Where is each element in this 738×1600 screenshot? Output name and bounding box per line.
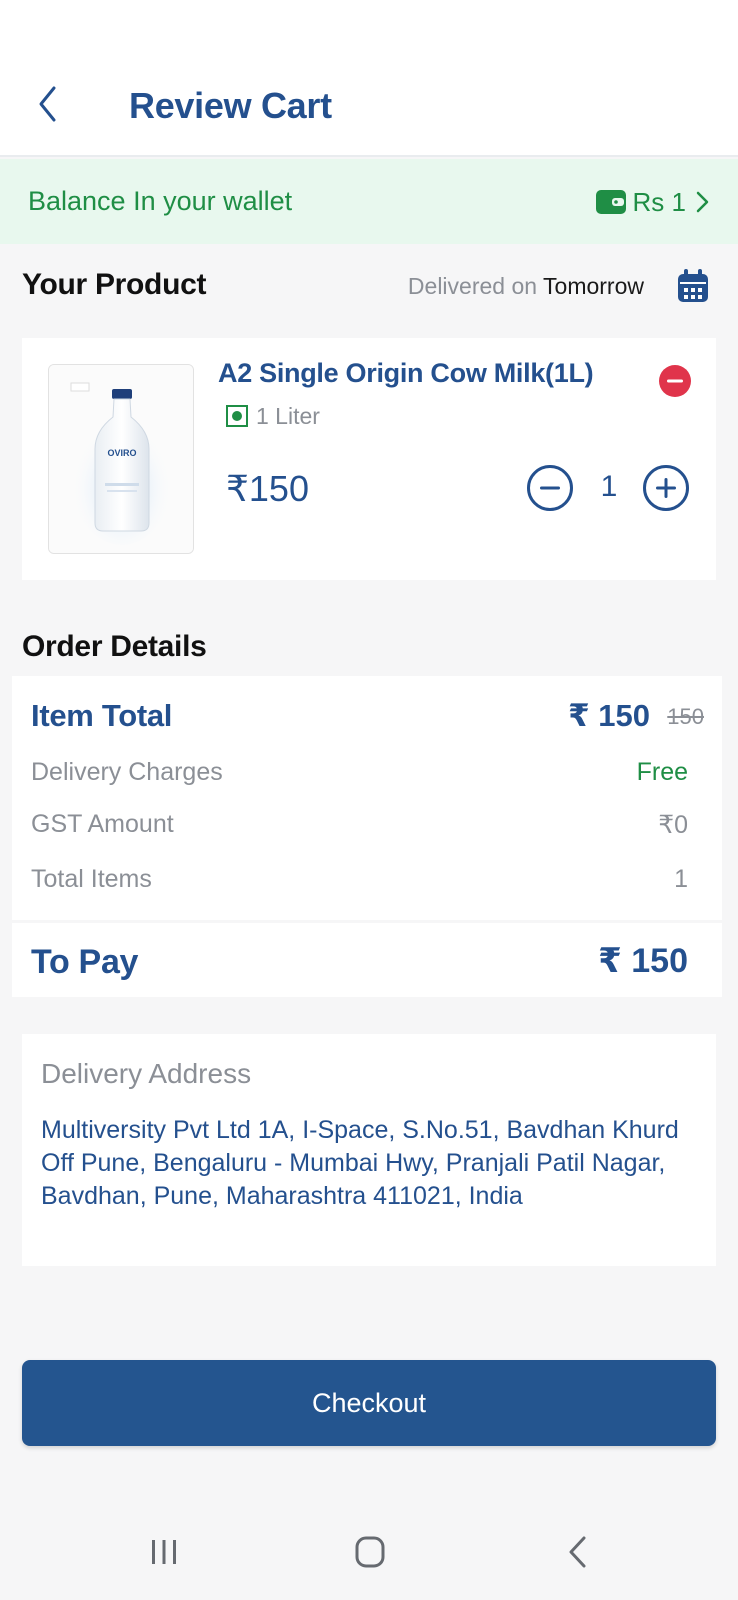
total-items-label: Total Items xyxy=(31,865,152,893)
veg-indicator-icon xyxy=(226,405,248,427)
to-pay-label: To Pay xyxy=(31,943,139,981)
remove-icon xyxy=(659,365,691,397)
product-variant: 1 Liter xyxy=(256,403,320,429)
checkout-button[interactable]: Checkout xyxy=(22,1360,716,1446)
home-icon xyxy=(355,1536,385,1568)
chevron-left-icon xyxy=(39,86,56,122)
calendar-icon xyxy=(678,269,708,302)
plus-circle-icon xyxy=(643,465,689,511)
order-details-title: Order Details xyxy=(22,630,207,663)
to-pay-row: To Pay ₹ 150 xyxy=(12,923,722,997)
system-back-button[interactable] xyxy=(554,1532,602,1572)
item-total-value: ₹ 150 xyxy=(568,698,650,733)
home-button[interactable] xyxy=(346,1532,394,1572)
wallet-balance-bar[interactable]: Balance In your wallet Rs 1 xyxy=(0,159,738,244)
back-arrow-icon xyxy=(569,1536,586,1568)
wallet-amount: Rs 1 xyxy=(632,186,686,217)
your-product-title: Your Product xyxy=(22,268,207,301)
to-pay-value: ₹ 150 xyxy=(598,942,688,980)
decrease-quantity-button[interactable] xyxy=(526,464,574,512)
recent-apps-button[interactable] xyxy=(140,1532,188,1572)
delivered-prefix: Delivered on xyxy=(407,273,544,299)
wallet-label: Balance In your wallet xyxy=(28,186,293,216)
recent-apps-icon xyxy=(152,1540,176,1564)
page-title: Review Cart xyxy=(129,85,332,126)
total-items-value: 1 xyxy=(674,865,688,893)
delivery-address-title: Delivery Address xyxy=(41,1058,252,1089)
delivery-address-text: Multiversity Pvt Ltd 1A, I-Space, S.No.5… xyxy=(41,1116,679,1210)
system-navigation-bar xyxy=(0,1500,738,1600)
delivery-date: Delivered on Tomorrow xyxy=(408,273,644,300)
delivery-charges-label: Delivery Charges xyxy=(31,758,223,786)
quantity-value: 1 xyxy=(600,470,618,503)
back-button[interactable] xyxy=(30,82,70,126)
milk-bottle-image: OVIRO xyxy=(49,365,193,553)
item-total-original-price: 150 xyxy=(667,704,704,729)
item-total-label: Item Total xyxy=(31,698,173,733)
app-header: Review Cart xyxy=(0,0,738,157)
product-name[interactable]: A2 Single Origin Cow Milk(1L) xyxy=(218,358,594,389)
remove-item-button[interactable] xyxy=(658,364,692,398)
product-price: ₹150 xyxy=(226,468,309,509)
increase-quantity-button[interactable] xyxy=(642,464,690,512)
wallet-icon xyxy=(595,190,626,214)
gst-amount-value: ₹0 xyxy=(658,811,688,839)
product-image[interactable]: OVIRO xyxy=(48,364,194,554)
delivered-day: Tomorrow xyxy=(543,273,644,299)
minus-circle-icon xyxy=(527,465,573,511)
chevron-right-icon xyxy=(696,191,709,213)
cart-item-card: OVIRO A2 Single Origin Cow Milk(1L) 1 Li… xyxy=(22,338,716,580)
order-summary-card: Item Total ₹ 150 150 Delivery Charges Fr… xyxy=(12,676,722,920)
delivery-charges-value: Free xyxy=(636,758,688,786)
wallet-amount-link[interactable]: Rs 1 xyxy=(595,183,712,221)
delivery-address-card[interactable]: Delivery Address Multiversity Pvt Ltd 1A… xyxy=(22,1034,716,1266)
gst-amount-label: GST Amount xyxy=(31,810,174,838)
calendar-button[interactable] xyxy=(676,268,710,304)
bottle-brand-label: OVIRO xyxy=(107,448,136,458)
